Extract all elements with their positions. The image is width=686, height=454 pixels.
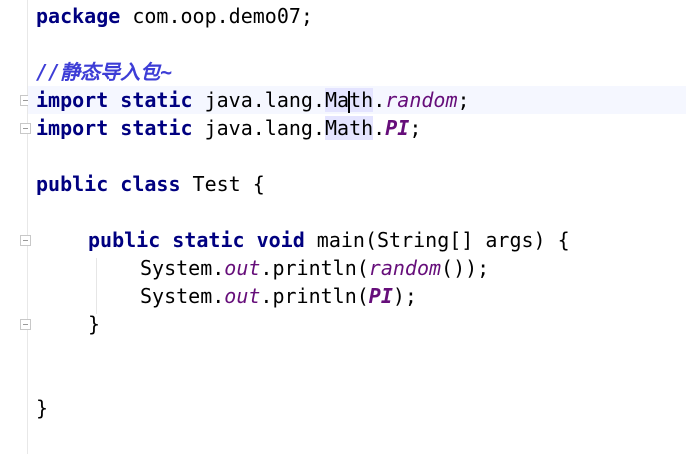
class-name-math: Math [325, 116, 374, 140]
package-path: java.lang. [192, 88, 325, 112]
package-path: java.lang. [192, 116, 325, 140]
class-name: Test { [180, 172, 265, 196]
code-line-class-close[interactable]: } [36, 394, 48, 422]
code-line-package[interactable]: package com.oop.demo07; [36, 2, 313, 30]
statement-end: ()); [441, 256, 490, 280]
void-keyword: void [256, 228, 305, 252]
random-call: random [368, 256, 442, 280]
indent-guide [96, 258, 97, 314]
unfold-method-icon[interactable] [20, 319, 31, 330]
public-keyword: public [88, 228, 161, 252]
statement-end: ; [409, 116, 422, 140]
code-line-class-decl[interactable]: public class Test { [36, 170, 265, 198]
class-name-part: th [349, 88, 374, 112]
import-keyword: import [36, 88, 109, 112]
class-keyword: class [120, 172, 181, 196]
static-member-random: random [385, 88, 458, 112]
println-call: .println( [260, 256, 369, 280]
code-line-comment[interactable]: //静态导入包~ [36, 58, 172, 86]
static-keyword: static [120, 88, 193, 112]
system-class: System. [140, 256, 225, 280]
package-name: com.oop.demo07; [120, 4, 313, 28]
unfold-imports-icon[interactable] [20, 123, 31, 134]
code-line-main-decl[interactable]: public static void main(String[] args) { [88, 226, 570, 254]
closing-brace: } [36, 396, 49, 420]
statement-end: ; [457, 88, 470, 112]
member-dot: . [373, 116, 386, 140]
member-dot: . [373, 88, 386, 112]
pi-reference: PI [368, 284, 393, 308]
class-name-math: Math [325, 88, 374, 113]
code-comment: //静态导入包~ [36, 60, 173, 84]
code-line-import-random[interactable]: import static java.lang.Math.random; [36, 86, 470, 114]
class-name-part: Ma [325, 88, 350, 112]
editor-gutter [0, 0, 31, 454]
static-member-pi: PI [385, 116, 410, 140]
code-line-method-close[interactable]: } [88, 310, 100, 338]
static-keyword: static [172, 228, 245, 252]
import-keyword: import [36, 116, 109, 140]
code-line-println-pi[interactable]: System.out.println(PI); [140, 282, 417, 310]
out-field: out [224, 284, 261, 308]
closing-brace: } [88, 312, 101, 336]
code-line-import-pi[interactable]: import static java.lang.Math.PI; [36, 114, 421, 142]
out-field: out [224, 256, 261, 280]
println-call: .println( [260, 284, 369, 308]
package-keyword: package [36, 4, 121, 28]
code-line-println-random[interactable]: System.out.println(random()); [140, 254, 489, 282]
static-keyword: static [120, 116, 193, 140]
system-class: System. [140, 284, 225, 308]
fold-method-icon[interactable] [20, 235, 31, 246]
method-signature: main(String[] args) { [304, 228, 570, 252]
statement-end: ); [392, 284, 417, 308]
code-editor[interactable]: package com.oop.demo07; //静态导入包~ import … [0, 0, 686, 454]
public-keyword: public [36, 172, 109, 196]
